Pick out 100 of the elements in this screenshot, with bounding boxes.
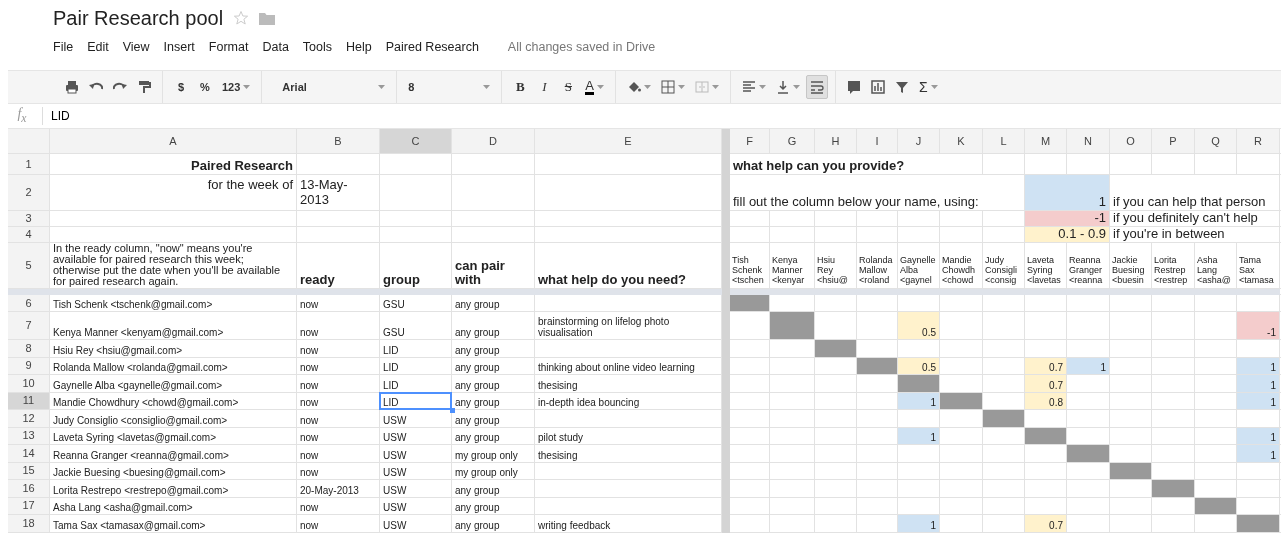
column-header[interactable]: L (983, 129, 1024, 153)
caret-icon (644, 85, 652, 89)
row-header[interactable]: 13 (8, 427, 49, 444)
menu-item[interactable]: Tools (295, 38, 340, 56)
functions-button[interactable]: Σ (915, 75, 942, 99)
menu-item[interactable]: Edit (80, 38, 116, 56)
row-header[interactable]: 17 (8, 497, 49, 514)
row-header[interactable]: 12 (8, 410, 49, 427)
row-header[interactable]: 16 (8, 480, 49, 497)
column-header[interactable]: R (1237, 129, 1279, 153)
column-header[interactable]: J (898, 129, 939, 153)
row-header[interactable]: 3 (8, 211, 49, 226)
font-size-dropdown[interactable]: 8 (404, 75, 495, 99)
menu-item[interactable]: View (115, 38, 157, 56)
row-header[interactable]: 4 (8, 227, 49, 242)
caret-icon (759, 85, 767, 89)
column-header[interactable]: B (297, 129, 379, 153)
caret-icon (930, 85, 938, 89)
legend-value: 1 (1025, 175, 1109, 210)
column-header[interactable]: A (50, 129, 296, 153)
column-header[interactable]: F (730, 129, 769, 153)
table-cell: 1 (1237, 427, 1279, 444)
caret-icon (712, 85, 720, 89)
table-cell: 1 (898, 515, 939, 532)
row-header[interactable]: 15 (8, 462, 49, 479)
formula-input[interactable]: LID (51, 109, 70, 123)
filter-icon (895, 80, 910, 94)
menu-item[interactable]: Paired Research (378, 38, 486, 56)
align-bottom-icon (776, 80, 791, 94)
column-header[interactable]: G (770, 129, 814, 153)
chart-icon (871, 80, 886, 94)
menu-item[interactable]: File (53, 38, 81, 56)
wrap-text-button[interactable] (806, 75, 829, 99)
paint-roller-icon (137, 80, 151, 94)
caret-icon (793, 85, 801, 89)
caret-icon (243, 85, 251, 89)
table-cell: -1 (1237, 312, 1279, 339)
table-cell: 0.5 (898, 357, 939, 374)
comment-icon (847, 80, 862, 94)
column-header[interactable]: E (535, 129, 721, 153)
row-header[interactable]: 9 (8, 357, 49, 374)
table-cell: 0.8 (1025, 392, 1066, 409)
document-title[interactable]: Pair Research pool (53, 6, 224, 30)
row-header[interactable]: 5 (8, 243, 49, 288)
number-format-button[interactable]: 123 (218, 75, 255, 99)
table-cell: 0.7 (1025, 375, 1066, 392)
table-cell: 0.5 (898, 312, 939, 339)
menu-item[interactable]: Data (255, 38, 296, 56)
star-icon[interactable] (233, 10, 250, 26)
align-left-icon (742, 80, 757, 94)
text-style-button[interactable]: I (533, 75, 556, 99)
caret-icon (678, 85, 686, 89)
font-dropdown[interactable]: Arial (269, 75, 390, 99)
row-header[interactable]: 6 (8, 295, 49, 311)
caret-icon (483, 85, 491, 89)
borders-icon (661, 80, 676, 94)
paint-bucket-icon (627, 80, 642, 94)
row-header[interactable]: 8 (8, 340, 49, 357)
table-cell: 1 (1237, 445, 1279, 462)
caret-icon (597, 85, 605, 89)
column-header[interactable]: D (452, 129, 534, 153)
formula-label: f$_{x}$ (8, 106, 43, 126)
legend-value: 0.1 - 0.9 (1025, 227, 1109, 242)
column-header[interactable]: M (1025, 129, 1066, 153)
row-header[interactable]: 2 (8, 175, 49, 210)
menu-item[interactable]: Help (339, 38, 379, 56)
text-style-button[interactable]: B (509, 75, 532, 99)
number-format-button[interactable]: $ (170, 75, 192, 99)
column-header[interactable]: I (857, 129, 897, 153)
table-cell: 0.7 (1025, 515, 1066, 532)
row-header[interactable]: 7 (8, 312, 49, 339)
table-cell: 1 (898, 427, 939, 444)
folder-icon[interactable] (259, 11, 276, 25)
print-icon (65, 80, 79, 94)
table-cell: 1 (1237, 357, 1279, 374)
row-header[interactable]: 11 (8, 392, 49, 409)
column-header[interactable]: Q (1195, 129, 1236, 153)
column-header[interactable]: P (1152, 129, 1194, 153)
table-cell: 0.7 (1025, 357, 1066, 374)
number-format-button[interactable]: % (194, 75, 216, 99)
menu-item[interactable]: Format (201, 38, 256, 56)
table-cell: 1 (898, 392, 939, 409)
table-cell: 1 (1237, 392, 1279, 409)
legend-value: -1 (1025, 211, 1109, 226)
text-style-button[interactable]: S (557, 75, 580, 99)
column-header[interactable]: K (940, 129, 982, 153)
row-header[interactable]: 14 (8, 445, 49, 462)
caret-icon (378, 85, 386, 89)
row-header[interactable]: 1 (8, 154, 49, 174)
save-status: All changes saved in Drive (507, 40, 656, 54)
table-cell: 1 (1067, 357, 1109, 374)
column-header[interactable]: C (380, 129, 451, 153)
menu-item[interactable]: Insert (156, 38, 202, 56)
column-header[interactable]: N (1067, 129, 1109, 153)
text-style-button[interactable]: A (581, 75, 609, 99)
row-header[interactable]: 18 (8, 515, 49, 532)
column-header[interactable]: O (1110, 129, 1151, 153)
column-header[interactable]: H (815, 129, 856, 153)
row-header[interactable]: 10 (8, 375, 49, 392)
table-cell: 1 (1237, 375, 1279, 392)
